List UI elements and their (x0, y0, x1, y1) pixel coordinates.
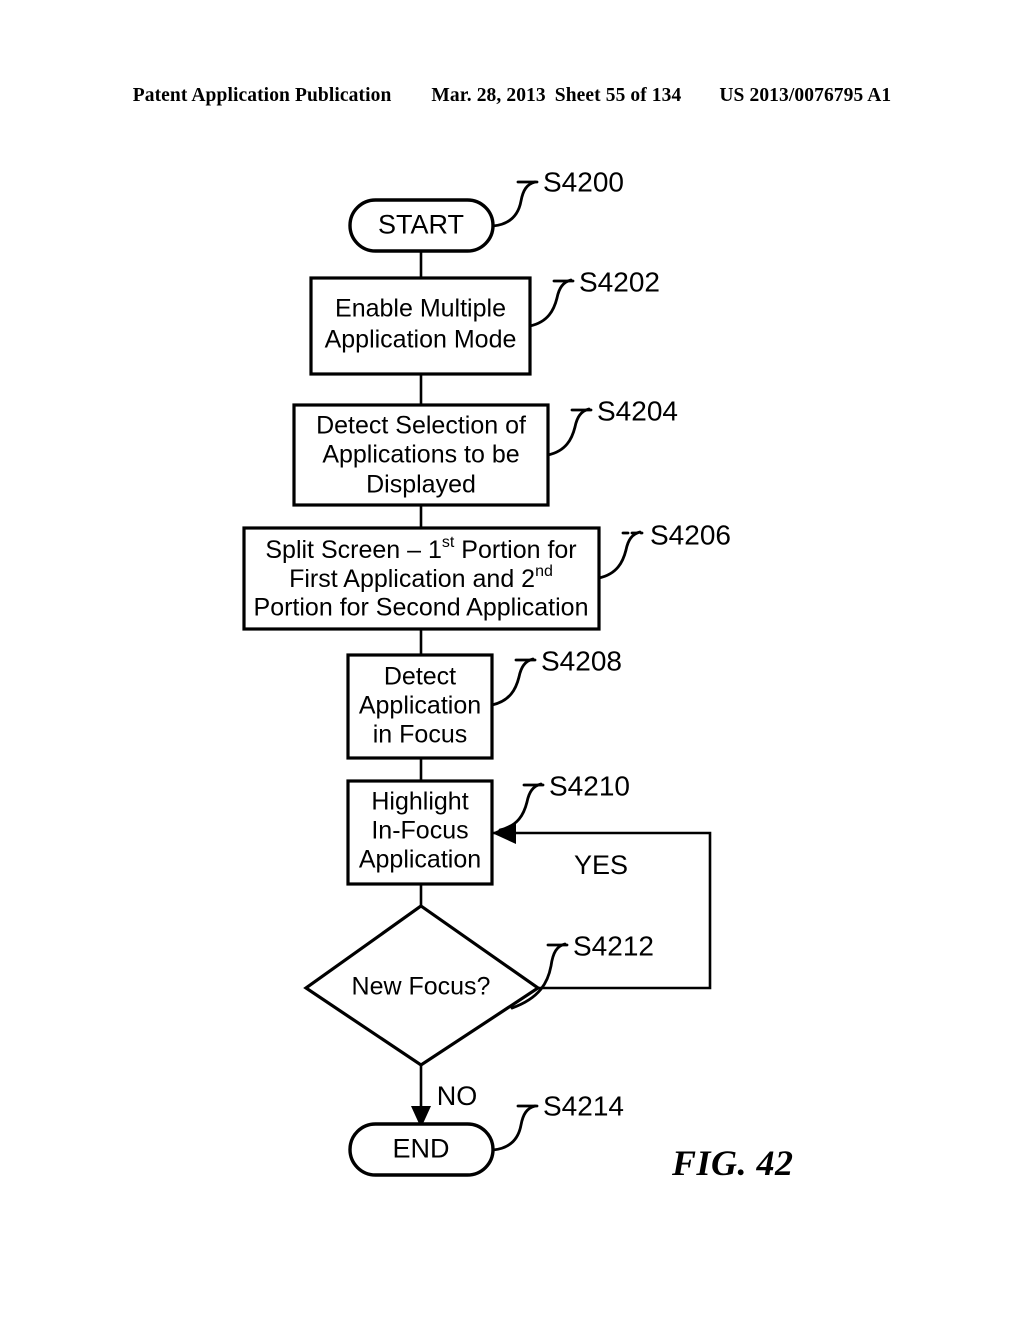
step-label-s4204: S4204 (597, 395, 678, 426)
split-screen-line-2-part-a: First Application and 2 (289, 565, 535, 593)
split-screen-line-1-part-c: Portion for (454, 536, 576, 564)
step-label-s4210: S4210 (549, 770, 630, 801)
detect-focus-line-1: Detect (384, 663, 456, 691)
highlight-focus-line-1: Highlight (371, 788, 468, 816)
end-terminator-label: END (392, 1134, 449, 1164)
split-screen-line-1-part-b: – 1 (407, 536, 442, 564)
detect-selection-line-1: Detect Selection of (316, 412, 526, 440)
split-screen-line-2: First Application and 2nd (289, 563, 553, 592)
detect-selection-line-3: Displayed (366, 471, 476, 499)
branch-label-no: NO (437, 1081, 478, 1111)
highlight-focus-line-2: In-Focus (371, 817, 468, 845)
detect-selection-line-2: Applications to be (322, 441, 519, 469)
highlight-focus-line-3: Application (359, 846, 481, 874)
step-label-s4208: S4208 (541, 645, 622, 676)
split-screen-line-1-superscript: st (442, 534, 455, 551)
detect-focus-line-3: in Focus (373, 721, 467, 749)
leader-line-s4202 (528, 278, 573, 328)
branch-label-yes: YES (574, 850, 628, 880)
split-screen-line-3: Portion for Second Application (254, 594, 589, 622)
enable-mode-line-2: Application Mode (325, 326, 517, 354)
step-label-s4214: S4214 (543, 1090, 624, 1121)
decision-label-new-focus: New Focus? (352, 973, 491, 1001)
leader-line-s4210 (498, 782, 543, 832)
step-label-s4200: S4200 (543, 166, 624, 197)
split-screen-line-2-superscript: nd (535, 563, 553, 580)
start-terminator-label: START (378, 210, 464, 240)
enable-mode-line-1: Enable Multiple (335, 295, 506, 323)
leader-line-s4204 (546, 407, 591, 457)
figure-caption: FIG. 42 (672, 1143, 794, 1183)
step-label-s4202: S4202 (579, 266, 660, 297)
step-label-s4212: S4212 (573, 930, 654, 961)
leader-line-s4200 (491, 180, 537, 228)
split-screen-line-1-part-a: Split Screen (265, 536, 407, 564)
leader-line-s4206 (597, 530, 642, 580)
detect-focus-line-2: Application (359, 692, 481, 720)
leader-line-s4208 (490, 657, 535, 707)
patent-drawing-sheet: Patent Application Publication Mar. 28, … (0, 0, 1024, 1320)
flowchart: START S4200 Enable Multiple Application … (242, 166, 731, 1177)
split-screen-line-1: Split Screen – 1st Portion for (265, 534, 576, 563)
step-label-s4206: S4206 (650, 519, 731, 550)
leader-line-s4214 (491, 1104, 537, 1152)
